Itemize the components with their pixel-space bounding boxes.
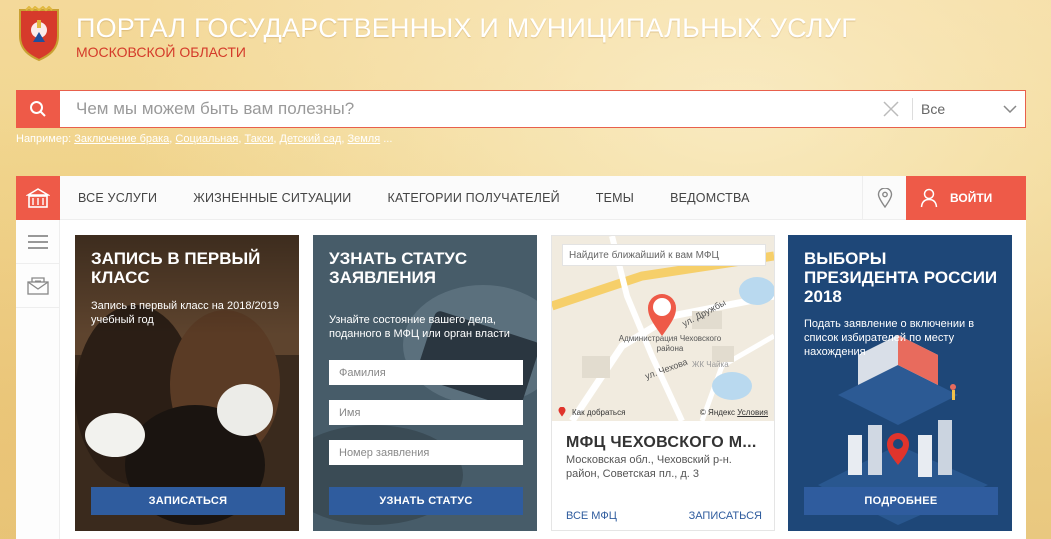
example-link[interactable]: Социальная [175,133,238,145]
menu-button[interactable] [16,220,59,264]
map-search-input[interactable]: Найдите ближайший к вам МФЦ [562,244,766,266]
mfc-links: ВСЕ МФЦ ЗАПИСАТЬСЯ [566,510,762,522]
map-label-admin: Администрация Чеховского района [618,334,722,353]
card-description: Запись в первый класс на 2018/2019 учебн… [91,300,279,326]
close-icon [883,101,899,117]
enroll-button[interactable]: ЗАПИСАТЬСЯ [91,487,285,515]
surname-field[interactable]: Фамилия [329,360,523,385]
card-title: ЗАПИСЬ В ПЕРВЫЙ КЛАСС [91,249,261,287]
terms-link[interactable]: Условия [737,408,768,417]
example-link[interactable]: Детский сад [280,133,342,145]
search-examples: Например: Заключение брака, Социальная, … [16,133,393,145]
coat-of-arms-icon[interactable] [16,6,62,62]
mfc-map[interactable]: Найдите ближайший к вам МФЦ Администраци… [552,236,774,421]
card-description: Узнайте состояние вашего дела, поданного… [329,314,510,340]
nav-item-life-situations[interactable]: ЖИЗНЕННЫЕ СИТУАЦИИ [193,191,351,205]
hamburger-icon [27,234,48,249]
card-elections[interactable]: ВЫБОРЫ ПРЕЗИДЕНТА РОССИИ 2018 Подать зая… [788,235,1012,531]
card-title: УЗНАТЬ СТАТУС ЗАЯВЛЕНИЯ [329,249,468,287]
route-label: Как добраться [572,407,626,417]
side-toolbar [16,220,60,539]
example-link[interactable]: Земля [347,133,380,145]
mfc-signup-link[interactable]: ЗАПИСАТЬСЯ [689,510,762,522]
map-attribution: © Яндекс Условия [700,408,768,417]
mfc-title[interactable]: МФЦ ЧЕХОВСКОГО М... [566,434,757,452]
main-panel: ВСЕ УСЛУГИ ЖИЗНЕННЫЕ СИТУАЦИИ КАТЕГОРИИ … [16,175,1026,539]
example-link[interactable]: Такси [244,133,273,145]
site-header: ПОРТАЛ ГОСУДАРСТВЕННЫХ И МУНИЦИПАЛЬНЫХ У… [16,6,856,66]
card-mfc: Найдите ближайший к вам МФЦ Администраци… [551,235,775,531]
map-footer: Как добраться © Яндекс Условия [552,403,774,421]
portal-subtitle: МОСКОВСКОЙ ОБЛАСТИ [76,44,246,60]
envelope-icon [26,276,49,295]
name-field[interactable]: Имя [329,400,523,425]
card-title: ВЫБОРЫ ПРЕЗИДЕНТА РОССИИ 2018 [804,249,998,306]
login-label: ВОЙТИ [950,190,993,205]
main-nav: ВСЕ УСЛУГИ ЖИЗНЕННЫЕ СИТУАЦИИ КАТЕГОРИИ … [16,175,1026,220]
example-link[interactable]: Заключение брака [74,133,169,145]
more-button[interactable]: ПОДРОБНЕЕ [804,487,998,515]
building-icon [26,187,50,208]
portal-title[interactable]: ПОРТАЛ ГОСУДАРСТВЕННЫХ И МУНИЦИПАЛЬНЫХ У… [76,13,856,43]
card-application-status: УЗНАТЬ СТАТУС ЗАЯВЛЕНИЯ Узнайте состояни… [313,235,537,531]
nav-item-departments[interactable]: ВЕДОМСТВА [670,191,750,205]
nav-items: ВСЕ УСЛУГИ ЖИЗНЕННЫЕ СИТУАЦИИ КАТЕГОРИИ … [60,191,862,205]
clear-search-button[interactable] [876,101,906,117]
nav-item-all-services[interactable]: ВСЕ УСЛУГИ [78,191,157,205]
login-button[interactable]: ВОЙТИ [906,175,1026,220]
card-description: Подать заявление о включении в список из… [804,318,975,358]
yandex-label: © Яндекс [699,407,735,417]
map-jk-label: ЖК Чайка [692,360,729,369]
divider [912,98,913,120]
user-icon [920,188,938,207]
location-pin-icon [877,187,892,208]
search-scope-value: Все [921,101,946,117]
application-number-field[interactable]: Номер заявления [329,440,523,465]
location-pin-icon [558,407,566,417]
nav-item-topics[interactable]: ТЕМЫ [596,191,634,205]
home-button[interactable] [16,175,60,220]
all-mfc-link[interactable]: ВСЕ МФЦ [566,510,617,522]
location-button[interactable] [862,175,906,220]
check-status-button[interactable]: УЗНАТЬ СТАТУС [329,487,523,515]
search-icon [30,100,46,117]
mfc-address: Московская обл., Чеховский р-н. район, С… [566,454,732,480]
nav-item-recipient-categories[interactable]: КАТЕГОРИИ ПОЛУЧАТЕЛЕЙ [388,191,560,205]
search-button[interactable] [16,89,60,128]
examples-label: Например: [16,133,72,145]
chevron-down-icon [1003,105,1017,113]
messages-button[interactable] [16,264,59,308]
card-first-grade[interactable]: ЗАПИСЬ В ПЕРВЫЙ КЛАСС Запись в первый кл… [75,235,299,531]
search-bar: Все [16,89,1026,128]
search-input[interactable] [60,91,876,127]
search-scope-select[interactable]: Все [921,101,1025,117]
route-link[interactable]: Как добраться [558,407,625,417]
